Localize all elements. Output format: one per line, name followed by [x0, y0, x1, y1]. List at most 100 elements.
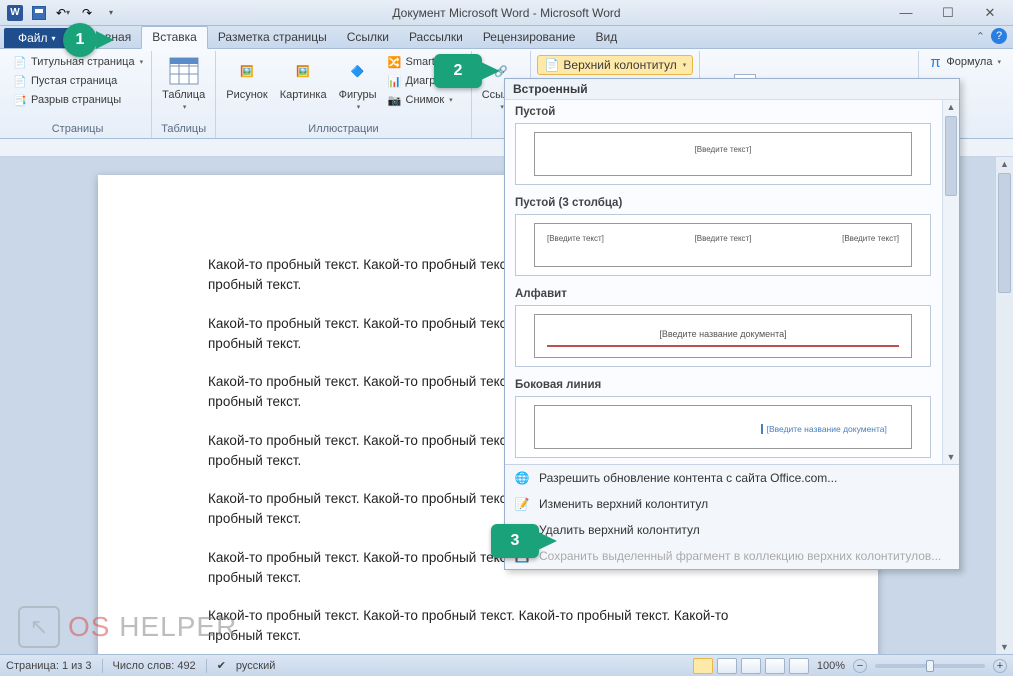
clipart-button[interactable]: 🖼️ Картинка: [276, 53, 331, 103]
scroll-up-icon[interactable]: ▲: [996, 157, 1013, 171]
zoom-out-button[interactable]: −: [853, 659, 867, 673]
tab-references[interactable]: Ссылки: [337, 27, 399, 48]
maximize-button[interactable]: ☐: [935, 4, 961, 22]
blank-page-label: Пустая страница: [31, 75, 117, 87]
screenshot-label: Снимок: [406, 94, 445, 106]
view-outline[interactable]: [765, 658, 785, 674]
blank-page-icon: 📄: [12, 73, 28, 89]
gallery-item-label: Пустой: [505, 100, 941, 121]
placeholder-text: [Введите текст]: [842, 234, 899, 243]
scroll-thumb[interactable]: [998, 173, 1011, 293]
step-badge-1: 1: [63, 23, 97, 57]
placeholder-text: [Введите текст]: [535, 133, 911, 154]
group-pages-label: Страницы: [10, 121, 145, 138]
gallery-item-label: Алфавит: [505, 282, 941, 303]
ribbon-tabs: Файл▾ Главная Вставка Разметка страницы …: [0, 26, 1013, 49]
group-illustrations-label: Иллюстрации: [222, 121, 464, 138]
screenshot-button[interactable]: 📷Снимок▾: [385, 91, 465, 109]
status-language[interactable]: русский: [236, 660, 275, 672]
status-bar: Страница: 1 из 3 Число слов: 492 ✔ русск…: [0, 654, 1013, 676]
menu-label: Изменить верхний колонтитул: [539, 497, 708, 511]
status-page[interactable]: Страница: 1 из 3: [6, 660, 92, 672]
redo-button[interactable]: ↷: [76, 3, 98, 23]
minimize-button[interactable]: —: [893, 4, 919, 22]
tab-mailings[interactable]: Рассылки: [399, 27, 473, 48]
view-draft[interactable]: [789, 658, 809, 674]
shapes-button[interactable]: 🔷Фигуры▾: [335, 53, 381, 113]
shapes-label: Фигуры: [339, 89, 377, 101]
quick-access-toolbar: W ↶▾ ↷ ▾: [4, 3, 122, 23]
gallery-item-sideline[interactable]: [Введите название документа]: [515, 396, 931, 458]
page-break-button[interactable]: 📑Разрыв страницы: [10, 91, 123, 109]
zoom-thumb[interactable]: [926, 660, 934, 672]
file-tab-label: Файл: [18, 31, 48, 45]
group-tables: Таблица▾ Таблицы: [152, 51, 216, 138]
blank-page-button[interactable]: 📄Пустая страница: [10, 72, 119, 90]
group-pages: 📄Титульная страница▾ 📄Пустая страница 📑Р…: [4, 51, 152, 138]
window-controls: — ☐ ✕: [893, 4, 1009, 22]
menu-save-to-gallery: 💾Сохранить выделенный фрагмент в коллекц…: [505, 543, 959, 569]
picture-button[interactable]: 🖼️Рисунок: [222, 53, 272, 103]
gallery-item-label: Боковая линия: [505, 373, 941, 394]
tab-review[interactable]: Рецензирование: [473, 27, 586, 48]
header-button[interactable]: 📄 Верхний колонтитул ▾: [537, 55, 693, 75]
view-print-layout[interactable]: [693, 658, 713, 674]
gallery-item-empty[interactable]: [Введите текст]: [515, 123, 931, 185]
page-break-label: Разрыв страницы: [31, 94, 121, 106]
scroll-down-icon[interactable]: ▼: [943, 450, 959, 464]
status-word-count[interactable]: Число слов: 492: [113, 660, 196, 672]
save-button[interactable]: [28, 3, 50, 23]
table-icon: [168, 55, 200, 87]
equation-button[interactable]: πФормула▾: [925, 53, 1003, 71]
pi-icon: π: [927, 54, 943, 70]
step-badge-3: 3: [491, 524, 539, 558]
view-web-layout[interactable]: [741, 658, 761, 674]
proofing-icon[interactable]: ✔: [217, 659, 226, 672]
close-button[interactable]: ✕: [977, 4, 1003, 22]
smartart-icon: 🔀: [387, 54, 403, 70]
equation-label: Формула: [946, 56, 992, 68]
globe-icon: 🌐: [513, 470, 531, 486]
paragraph: Какой-то пробный текст. Какой-то пробный…: [208, 606, 768, 647]
vertical-scrollbar[interactable]: ▲ ▼: [995, 157, 1013, 654]
menu-remove-header[interactable]: 🗙Удалить верхний колонтитул: [505, 517, 959, 543]
cover-page-label: Титульная страница: [31, 56, 135, 68]
minimize-ribbon-icon[interactable]: ⌃: [976, 30, 985, 43]
help-button[interactable]: ?: [991, 28, 1007, 44]
undo-button[interactable]: ↶▾: [52, 3, 74, 23]
app-icon[interactable]: W: [4, 3, 26, 23]
zoom-in-button[interactable]: +: [993, 659, 1007, 673]
menu-edit-header[interactable]: 📝 Изменить верхний колонтитул: [505, 491, 959, 517]
qat-customize[interactable]: ▾: [100, 3, 122, 23]
placeholder-text: [Введите текст]: [695, 234, 752, 243]
gallery-item-alphabet[interactable]: [Введите название документа]: [515, 305, 931, 367]
gallery-body: ▲▼ Пустой [Введите текст] Пустой (3 стол…: [505, 100, 959, 464]
placeholder-text: [Введите текст]: [547, 234, 604, 243]
tab-view[interactable]: Вид: [585, 27, 627, 48]
shapes-icon: 🔷: [342, 55, 374, 87]
edit-icon: 📝: [513, 496, 531, 512]
menu-label: Сохранить выделенный фрагмент в коллекци…: [539, 549, 941, 563]
clipart-label: Картинка: [280, 89, 327, 101]
table-label: Таблица: [162, 89, 205, 101]
tab-page-layout[interactable]: Разметка страницы: [208, 27, 337, 48]
view-full-screen[interactable]: [717, 658, 737, 674]
step-badge-2: 2: [434, 54, 482, 88]
gallery-item-three-cols[interactable]: [Введите текст] [Введите текст] [Введите т…: [515, 214, 931, 276]
file-tab[interactable]: Файл▾: [4, 28, 70, 48]
gallery-footer: 🌐Разрешить обновление контента с сайта O…: [505, 464, 959, 569]
tab-insert[interactable]: Вставка: [141, 26, 208, 49]
zoom-slider[interactable]: [875, 664, 985, 668]
chart-icon: 📊: [387, 73, 403, 89]
picture-icon: 🖼️: [231, 55, 263, 87]
group-tables-label: Таблицы: [158, 121, 209, 138]
status-zoom[interactable]: 100%: [817, 660, 845, 672]
scroll-down-icon[interactable]: ▼: [996, 640, 1013, 654]
gallery-scrollbar[interactable]: ▲▼: [942, 100, 959, 464]
scroll-thumb[interactable]: [945, 116, 957, 196]
table-button[interactable]: Таблица▾: [158, 53, 209, 113]
clipart-icon: 🖼️: [287, 55, 319, 87]
scroll-up-icon[interactable]: ▲: [943, 100, 959, 114]
window-title: Документ Microsoft Word - Microsoft Word: [392, 6, 620, 20]
menu-office-update[interactable]: 🌐Разрешить обновление контента с сайта O…: [505, 465, 959, 491]
